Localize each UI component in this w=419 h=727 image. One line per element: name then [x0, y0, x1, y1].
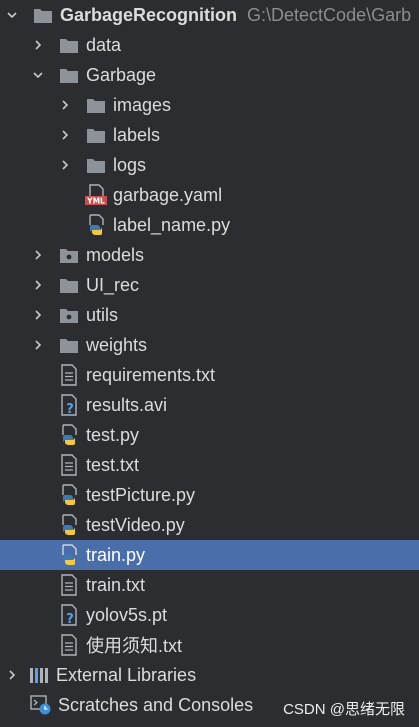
package-folder-icon: [58, 244, 80, 266]
libraries-icon: [28, 664, 50, 686]
svg-text:YML: YML: [86, 197, 105, 206]
chevron-right-icon[interactable]: [30, 30, 46, 60]
tree-item-label: logs: [113, 154, 147, 175]
tree-item-yolov5s-pt[interactable]: ? yolov5s.pt: [0, 600, 419, 630]
tree-item-label-name-py[interactable]: label_name.py: [0, 210, 419, 240]
tree-item-label: requirements.txt: [86, 364, 216, 385]
tree-item-testvideo-py[interactable]: testVideo.py: [0, 510, 419, 540]
chevron-right-icon[interactable]: [30, 240, 46, 270]
tree-item-label: train.py: [86, 544, 146, 565]
tree-item-label: garbage.yaml: [113, 184, 223, 205]
tree-item-testpicture-py[interactable]: testPicture.py: [0, 480, 419, 510]
tree-item-label: models: [86, 244, 145, 265]
tree-item-labels[interactable]: labels: [0, 120, 419, 150]
tree-item-garbage-yaml[interactable]: YML garbage.yaml: [0, 180, 419, 210]
tree-item-train-txt[interactable]: train.txt: [0, 570, 419, 600]
chevron-right-icon[interactable]: [57, 90, 73, 120]
python-file-icon: [58, 484, 80, 506]
project-name: GarbageRecognition: [60, 4, 238, 25]
folder-icon: [32, 4, 54, 26]
yaml-file-icon: YML: [85, 184, 107, 206]
project-tree: GarbageRecognition G:\DetectCode\Garb da…: [0, 0, 419, 720]
chevron-right-icon[interactable]: [57, 120, 73, 150]
folder-icon: [58, 64, 80, 86]
tree-item-label: utils: [86, 304, 119, 325]
tree-item-label: UI_rec: [86, 274, 140, 295]
tree-item-label: weights: [86, 334, 148, 355]
tree-item-test-txt[interactable]: test.txt: [0, 450, 419, 480]
tree-item-requirements-txt[interactable]: requirements.txt: [0, 360, 419, 390]
tree-item-label: Scratches and Consoles: [58, 694, 254, 715]
unknown-file-icon: ?: [58, 604, 80, 626]
chevron-right-icon[interactable]: [57, 150, 73, 180]
text-file-icon: [58, 574, 80, 596]
text-file-icon: [58, 454, 80, 476]
tree-item-instructions-txt[interactable]: 使用须知.txt: [0, 630, 419, 660]
tree-item-images[interactable]: images: [0, 90, 419, 120]
tree-item-weights[interactable]: weights: [0, 330, 419, 360]
svg-text:?: ?: [66, 402, 74, 416]
tree-item-data[interactable]: data: [0, 30, 419, 60]
chevron-right-icon[interactable]: [30, 330, 46, 360]
text-file-icon: [58, 634, 80, 656]
folder-icon: [58, 274, 80, 296]
tree-item-logs[interactable]: logs: [0, 150, 419, 180]
svg-text:?: ?: [66, 612, 74, 626]
folder-icon: [85, 154, 107, 176]
tree-item-label: test.txt: [86, 454, 140, 475]
project-path: G:\DetectCode\Garb: [247, 4, 412, 25]
chevron-right-icon[interactable]: [4, 660, 20, 690]
tree-item-label: data: [86, 34, 122, 55]
tree-item-label: train.txt: [86, 574, 146, 595]
tree-item-label: 使用须知.txt: [86, 636, 183, 656]
tree-item-label: results.avi: [86, 394, 168, 415]
package-folder-icon: [58, 304, 80, 326]
tree-item-label: testPicture.py: [86, 484, 196, 505]
python-file-icon: [58, 514, 80, 536]
tree-item-label: testVideo.py: [86, 514, 185, 535]
tree-root-project[interactable]: GarbageRecognition G:\DetectCode\Garb: [0, 0, 419, 30]
tree-item-label: labels: [113, 124, 161, 145]
tree-item-label: External Libraries: [56, 664, 197, 685]
folder-icon: [85, 124, 107, 146]
tree-item-test-py[interactable]: test.py: [0, 420, 419, 450]
tree-item-models[interactable]: models: [0, 240, 419, 270]
tree-item-utils[interactable]: utils: [0, 300, 419, 330]
tree-item-label: test.py: [86, 424, 140, 445]
tree-item-label: yolov5s.pt: [86, 604, 168, 625]
python-file-icon: [58, 424, 80, 446]
chevron-down-icon[interactable]: [4, 0, 20, 30]
tree-item-label: images: [113, 94, 172, 115]
chevron-down-icon[interactable]: [30, 60, 46, 90]
python-file-icon: [58, 544, 80, 566]
tree-item-label: label_name.py: [113, 214, 231, 235]
tree-item-ui-rec[interactable]: UI_rec: [0, 270, 419, 300]
tree-item-results-avi[interactable]: ? results.avi: [0, 390, 419, 420]
chevron-right-icon[interactable]: [30, 300, 46, 330]
folder-icon: [85, 94, 107, 116]
python-file-icon: [85, 214, 107, 236]
folder-icon: [58, 34, 80, 56]
scratches-icon: [30, 694, 52, 716]
chevron-right-icon[interactable]: [30, 270, 46, 300]
unknown-file-icon: ?: [58, 394, 80, 416]
tree-item-train-py[interactable]: train.py: [0, 540, 419, 570]
tree-item-label: Garbage: [86, 64, 157, 85]
tree-item-garbage[interactable]: Garbage: [0, 60, 419, 90]
text-file-icon: [58, 364, 80, 386]
tree-item-external-libraries[interactable]: External Libraries: [0, 660, 419, 690]
watermark-text: CSDN @思绪无限: [283, 701, 405, 718]
folder-icon: [58, 334, 80, 356]
